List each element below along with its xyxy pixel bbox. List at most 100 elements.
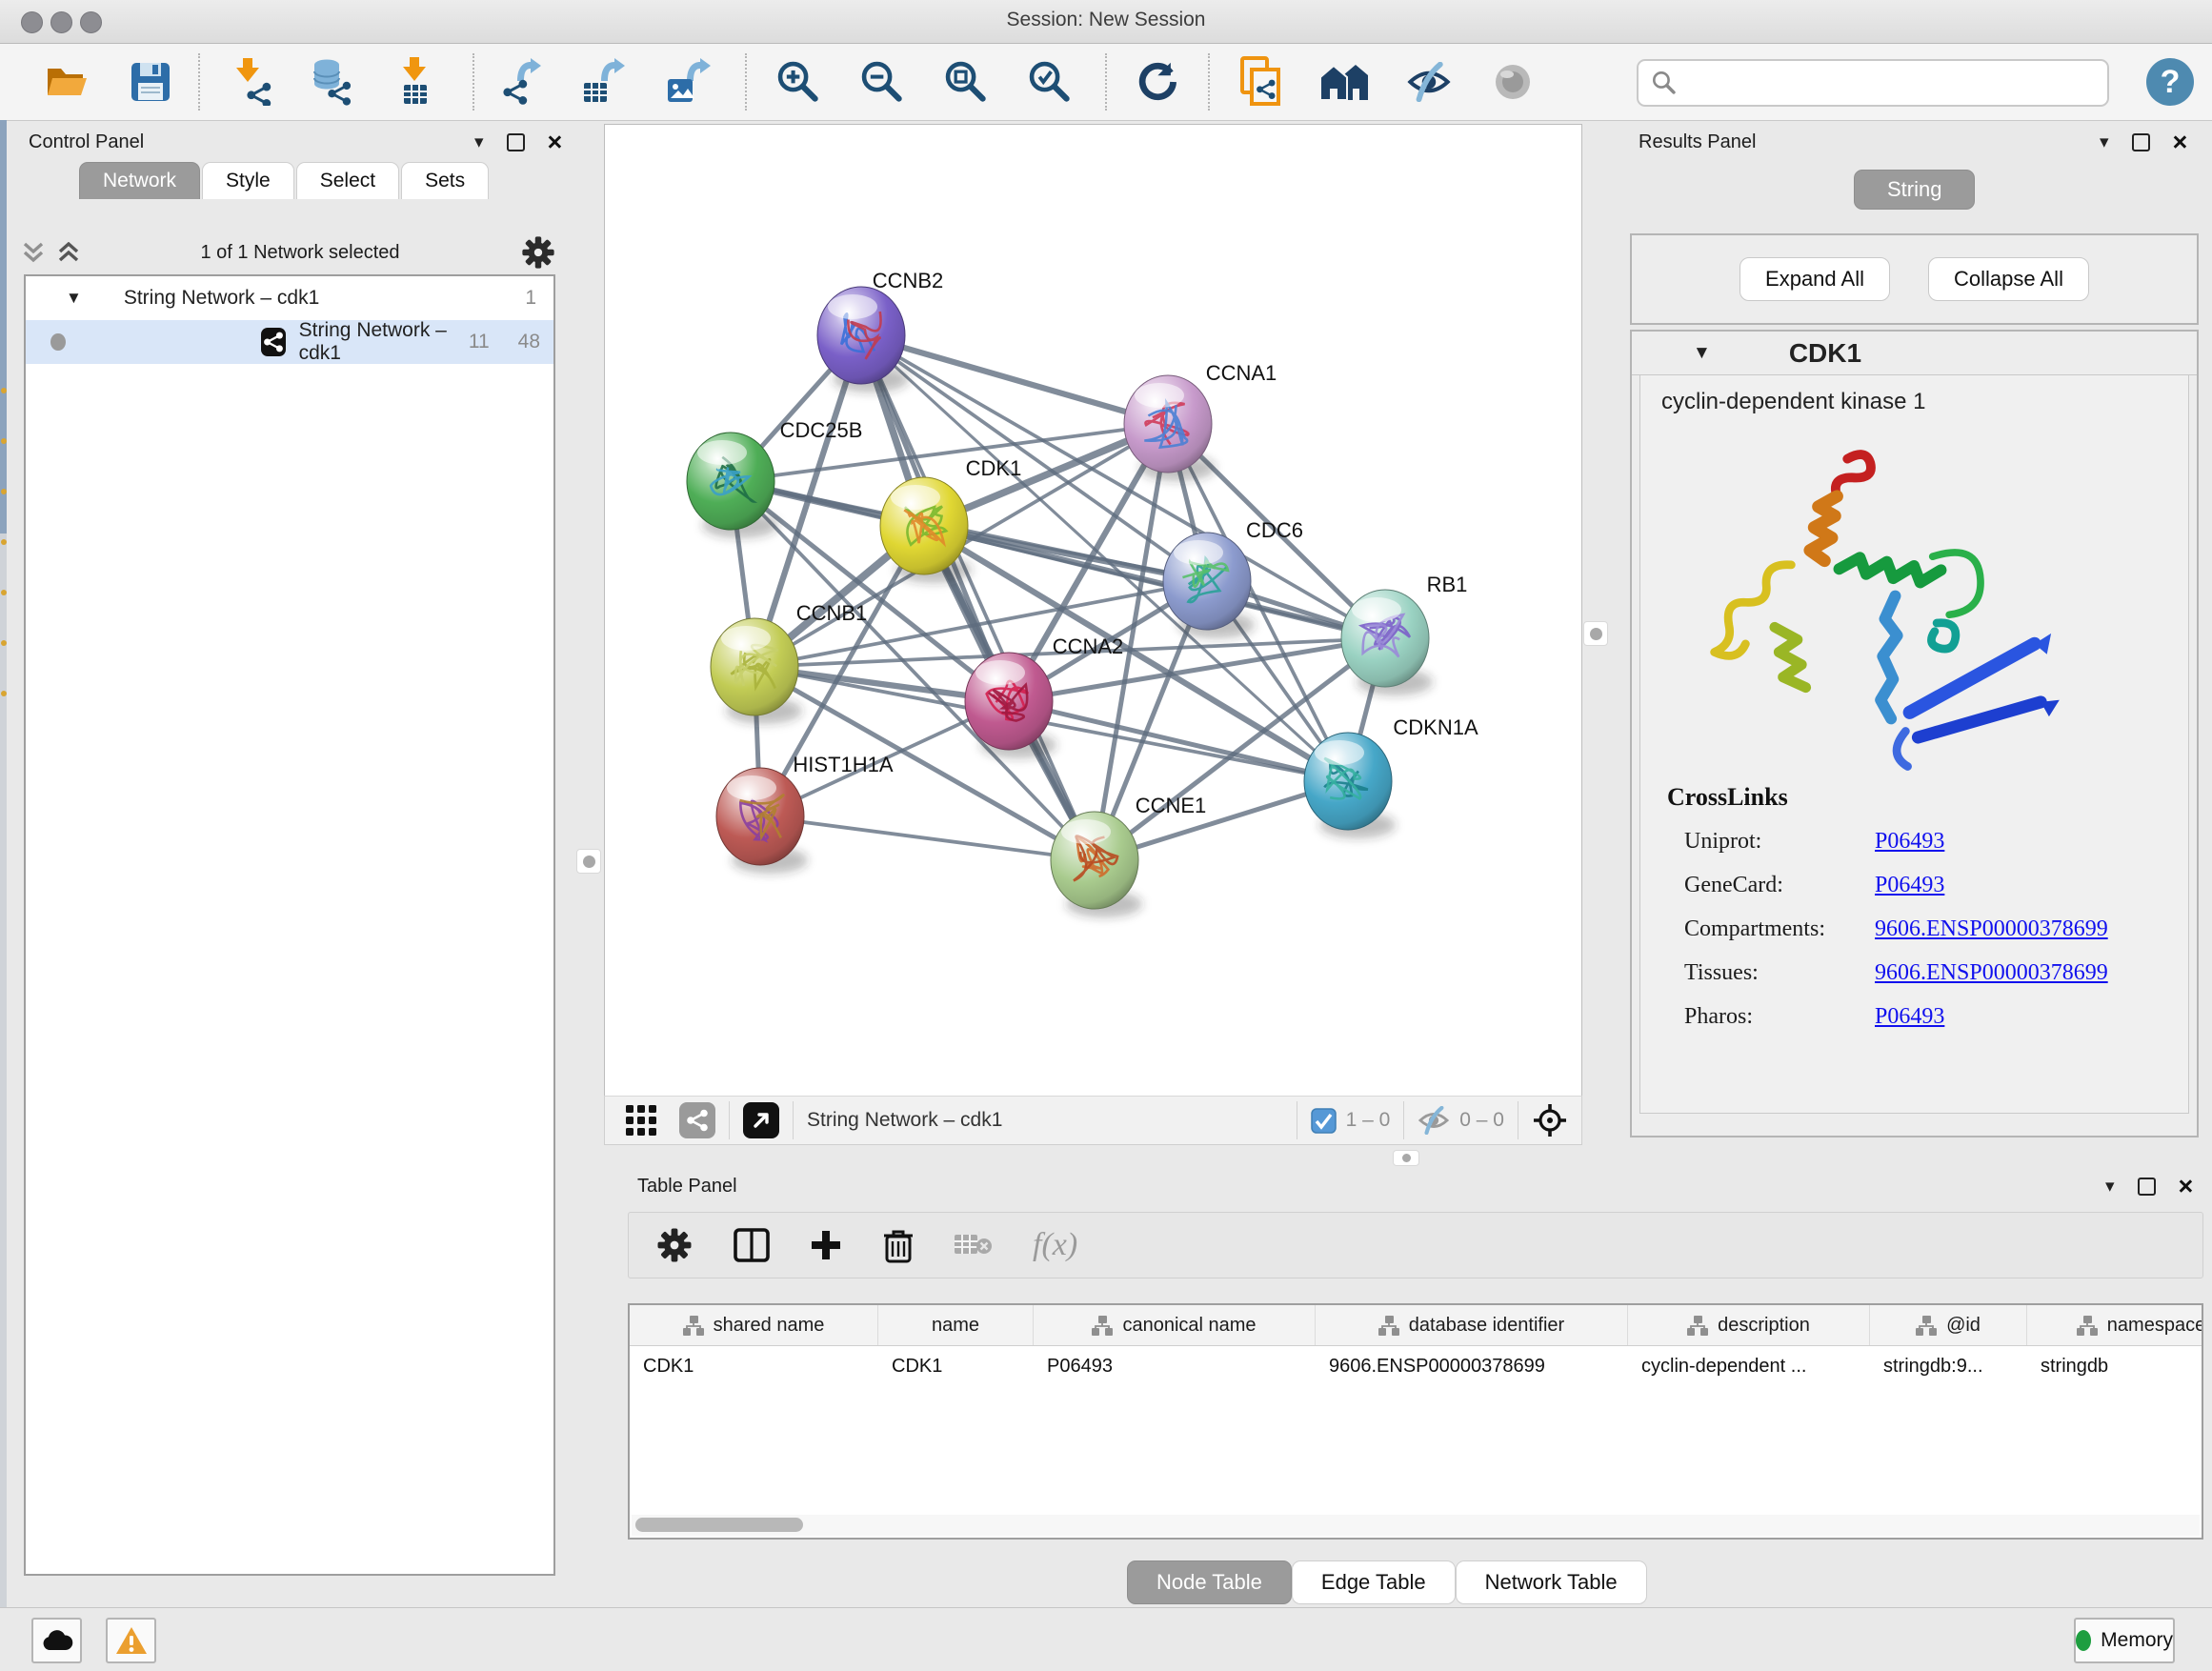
panel-float-icon[interactable] bbox=[2138, 1178, 2156, 1196]
network-collection-row[interactable]: ▼ String Network – cdk1 1 bbox=[26, 276, 553, 320]
crosslink-link[interactable]: P06493 bbox=[1875, 873, 1944, 898]
delete-column-icon[interactable] bbox=[882, 1227, 915, 1263]
right-splitter-handle[interactable] bbox=[1583, 621, 1608, 646]
column-header-namespace[interactable]: namespace bbox=[2027, 1305, 2203, 1345]
export-network-button[interactable] bbox=[499, 57, 549, 107]
tab-select[interactable]: Select bbox=[296, 162, 399, 199]
tab-node-table[interactable]: Node Table bbox=[1127, 1560, 1292, 1604]
network-node-RB1[interactable]: RB1 bbox=[1341, 573, 1467, 695]
external-view-icon[interactable] bbox=[743, 1102, 779, 1138]
table-horizontal-scrollbar[interactable] bbox=[632, 1515, 2200, 1536]
tab-sets[interactable]: Sets bbox=[401, 162, 489, 199]
network-label: String Network – cdk1 bbox=[299, 319, 469, 365]
collapse-all-icon[interactable] bbox=[23, 242, 45, 263]
hidden-eye-icon[interactable] bbox=[1418, 1106, 1450, 1135]
columns-icon[interactable] bbox=[734, 1228, 770, 1262]
table-gear-icon[interactable] bbox=[655, 1226, 694, 1264]
table-cell[interactable]: CDK1 bbox=[878, 1346, 1034, 1386]
scrollbar-thumb[interactable] bbox=[635, 1518, 803, 1532]
save-session-button[interactable] bbox=[126, 57, 175, 107]
panel-close-icon[interactable]: × bbox=[548, 135, 563, 150]
panel-float-icon[interactable] bbox=[2132, 133, 2150, 151]
table-row[interactable]: CDK1CDK1P064939606.ENSP00000378699cyclin… bbox=[630, 1346, 2202, 1386]
zoom-selected-button[interactable] bbox=[1025, 57, 1075, 107]
network-node-CDC25B[interactable]: CDC25B bbox=[687, 418, 862, 538]
string-view-icon[interactable] bbox=[679, 1102, 715, 1138]
panel-menu-icon[interactable]: ▾ bbox=[474, 131, 484, 153]
crosslink-link[interactable]: 9606.ENSP00000378699 bbox=[1875, 960, 2108, 986]
table-cell[interactable]: CDK1 bbox=[630, 1346, 878, 1386]
table-cell[interactable]: 9606.ENSP00000378699 bbox=[1316, 1346, 1628, 1386]
table-cell[interactable]: stringdb:9... bbox=[1870, 1346, 2027, 1386]
network-edges[interactable] bbox=[731, 335, 1385, 860]
network-node-HIST1H1A[interactable]: HIST1H1A bbox=[716, 753, 894, 874]
crosslink-link[interactable]: P06493 bbox=[1875, 829, 1944, 855]
import-network-from-database-button[interactable] bbox=[305, 57, 354, 107]
network-row-selected[interactable]: String Network – cdk1 11 48 bbox=[26, 320, 553, 364]
memory-button[interactable]: Memory bbox=[2074, 1618, 2175, 1663]
zoom-in-button[interactable] bbox=[774, 57, 823, 107]
tab-edge-table[interactable]: Edge Table bbox=[1292, 1560, 1456, 1604]
export-image-button[interactable] bbox=[665, 57, 714, 107]
left-splitter-handle[interactable] bbox=[576, 849, 601, 874]
node-table[interactable]: shared namenamecanonical namedatabase id… bbox=[628, 1303, 2203, 1540]
tab-network[interactable]: Network bbox=[79, 162, 200, 199]
panel-float-icon[interactable] bbox=[507, 133, 525, 151]
column-header-canonical-name[interactable]: canonical name bbox=[1034, 1305, 1316, 1345]
panel-menu-icon[interactable]: ▾ bbox=[2105, 1176, 2115, 1198]
network-view[interactable]: CCNB2CCNA1CDC25BCDK1CDC6RB1CCNB1CCNA2CDK… bbox=[604, 124, 1582, 1097]
gene-collapse-icon[interactable]: ▼ bbox=[1693, 343, 1711, 364]
zoom-fit-button[interactable] bbox=[941, 57, 991, 107]
panel-close-icon[interactable]: × bbox=[2173, 135, 2188, 150]
hide-panel-button[interactable] bbox=[1404, 57, 1454, 107]
crosslink-link[interactable]: P06493 bbox=[1875, 1004, 1944, 1030]
tab-network-table[interactable]: Network Table bbox=[1456, 1560, 1647, 1604]
column-header-shared-name[interactable]: shared name bbox=[630, 1305, 878, 1345]
add-column-icon[interactable] bbox=[810, 1229, 842, 1261]
table-panel-title: Table Panel bbox=[637, 1176, 737, 1198]
expand-all-icon[interactable] bbox=[58, 242, 80, 263]
network-node-CDK1[interactable]: CDK1 bbox=[880, 456, 1021, 583]
network-from-clipboard-button[interactable] bbox=[1237, 57, 1286, 107]
open-session-button[interactable] bbox=[42, 57, 91, 107]
import-network-button[interactable] bbox=[225, 57, 274, 107]
fit-content-crosshair-icon[interactable] bbox=[1532, 1102, 1568, 1138]
import-table-button[interactable] bbox=[391, 57, 440, 107]
apply-layout-button[interactable] bbox=[1132, 57, 1181, 107]
table-cell[interactable]: P06493 bbox=[1034, 1346, 1316, 1386]
tab-style[interactable]: Style bbox=[202, 162, 294, 199]
expand-all-button[interactable]: Expand All bbox=[1739, 257, 1890, 301]
delete-table-icon bbox=[955, 1231, 993, 1259]
horizontal-splitter-handle[interactable] bbox=[1393, 1150, 1419, 1166]
show-panel-button[interactable] bbox=[1488, 57, 1538, 107]
warnings-button[interactable] bbox=[106, 1618, 156, 1663]
column-header-@id[interactable]: @id bbox=[1870, 1305, 2027, 1345]
cloud-button[interactable] bbox=[31, 1618, 82, 1663]
network-tree: ▼ String Network – cdk1 1 String Network… bbox=[24, 274, 555, 1576]
zoom-out-button[interactable] bbox=[857, 57, 907, 107]
table-cell[interactable]: cyclin-dependent ... bbox=[1628, 1346, 1870, 1386]
tab-string[interactable]: String bbox=[1854, 170, 1975, 210]
column-header-description[interactable]: description bbox=[1628, 1305, 1870, 1345]
table-cell[interactable]: stringdb bbox=[2027, 1346, 2203, 1386]
column-label: namespace bbox=[2107, 1315, 2203, 1337]
collapse-all-button[interactable]: Collapse All bbox=[1928, 257, 2089, 301]
selected-checkbox-icon[interactable] bbox=[1311, 1108, 1337, 1134]
panel-menu-icon[interactable]: ▾ bbox=[2100, 131, 2109, 153]
gear-icon[interactable] bbox=[520, 234, 556, 271]
export-table-button[interactable] bbox=[581, 57, 631, 107]
crosslink-link[interactable]: 9606.ENSP00000378699 bbox=[1875, 916, 2108, 942]
search-field[interactable] bbox=[1637, 59, 2109, 107]
panel-close-icon[interactable]: × bbox=[2179, 1179, 2194, 1194]
column-header-name[interactable]: name bbox=[878, 1305, 1034, 1345]
help-button[interactable]: ? bbox=[2145, 57, 2195, 107]
search-input[interactable] bbox=[1677, 71, 2107, 95]
tree-expand-icon[interactable]: ▼ bbox=[66, 289, 82, 308]
network-column-icon bbox=[683, 1316, 704, 1336]
birdseye-grid-icon[interactable] bbox=[624, 1103, 658, 1137]
network-node-CDKN1A[interactable]: CDKN1A bbox=[1304, 715, 1478, 838]
network-node-CCNA1[interactable]: CCNA1 bbox=[1124, 361, 1277, 481]
column-header-database-identifier[interactable]: database identifier bbox=[1316, 1305, 1628, 1345]
network-column-icon bbox=[1092, 1316, 1113, 1336]
home-button[interactable] bbox=[1320, 57, 1370, 107]
